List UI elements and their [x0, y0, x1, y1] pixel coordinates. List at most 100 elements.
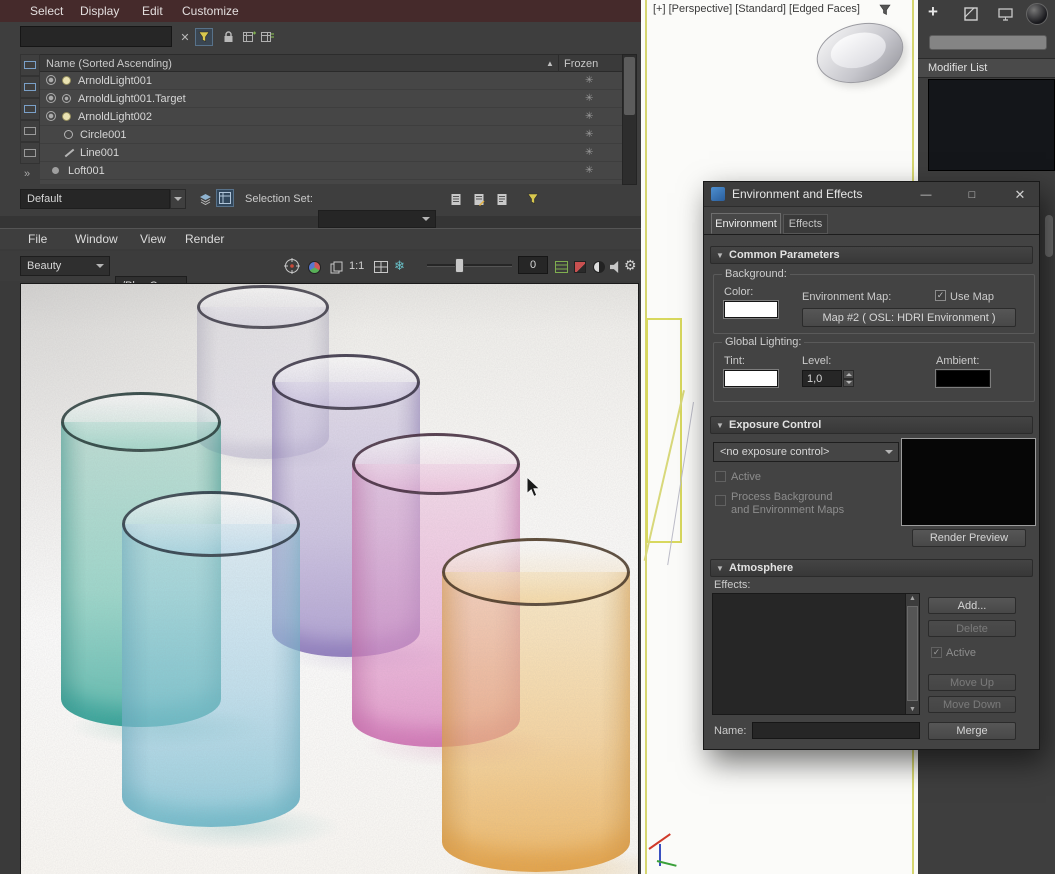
table-header[interactable]: Name (Sorted Ascending) ▲ Frozen	[40, 54, 637, 73]
add-column-icon[interactable]	[240, 28, 258, 46]
scene-explorer-mode-icon[interactable]	[216, 189, 234, 207]
filter-set-icon[interactable]	[524, 190, 542, 208]
exposure-active-checkbox[interactable]	[715, 471, 726, 482]
level-spinner[interactable]	[843, 370, 854, 387]
modifier-stack[interactable]	[928, 79, 1055, 171]
spinner-down[interactable]	[843, 378, 854, 387]
table-row[interactable]: Line001 ✳	[40, 144, 622, 162]
level-field[interactable]: 1,0	[802, 370, 842, 387]
frozen-icon[interactable]: ✳	[585, 165, 593, 176]
environment-map-button[interactable]: Map #2 ( OSL: HDRI Environment )	[802, 308, 1016, 327]
table-row[interactable]: ArnoldLight001.Target ✳	[40, 90, 622, 108]
frozen-icon[interactable]: ✳	[585, 93, 593, 104]
menu-edit[interactable]: Edit	[142, 4, 163, 18]
move-down-button[interactable]: Move Down	[928, 696, 1016, 713]
frozen-icon[interactable]: ✳	[585, 75, 593, 86]
eye-icon[interactable]	[46, 75, 56, 85]
display-tab-icon[interactable]	[996, 5, 1014, 23]
scroll-down-icon[interactable]: ▼	[909, 706, 916, 713]
channel-table-icon[interactable]	[552, 258, 570, 276]
minimize-button[interactable]: —	[912, 185, 940, 204]
strip-overflow-button[interactable]: »	[24, 168, 30, 180]
merge-button[interactable]: Merge	[928, 722, 1016, 740]
object-name-field[interactable]	[929, 35, 1047, 50]
display-cameras-toggle-icon[interactable]	[20, 142, 40, 164]
menu-display[interactable]: Display	[80, 4, 119, 18]
maximize-button[interactable]: □	[958, 185, 986, 204]
effects-listbox[interactable]: ▲ ▼	[712, 593, 920, 715]
spinner-up[interactable]	[843, 370, 854, 379]
column-name[interactable]: Name (Sorted Ascending)	[46, 58, 172, 70]
sound-icon[interactable]	[607, 258, 625, 276]
panel-scrollbar-thumb[interactable]	[1045, 215, 1053, 257]
light-dome-gizmo[interactable]	[810, 14, 910, 92]
filter-icon[interactable]	[879, 4, 891, 19]
viewport-label[interactable]: [+] [Perspective] [Standard] [Edged Face…	[653, 3, 860, 15]
red-channel-icon[interactable]	[571, 258, 589, 276]
gamma-value-field[interactable]: 0	[518, 256, 548, 274]
eye-icon[interactable]	[46, 93, 56, 103]
create-tab-icon[interactable]: +	[928, 2, 938, 22]
view-layer-dropdown[interactable]: Beauty	[20, 256, 110, 276]
display-shapes-toggle-icon[interactable]	[20, 98, 40, 120]
scroll-up-icon[interactable]: ▲	[909, 595, 916, 602]
dialog-titlebar[interactable]: Environment and Effects — □ ✕	[704, 182, 1039, 207]
menu-view[interactable]: View	[140, 232, 166, 246]
menu-customize[interactable]: Customize	[182, 4, 239, 18]
use-map-checkbox[interactable]: ✓	[935, 290, 946, 301]
clone-buffer-icon[interactable]	[327, 258, 345, 276]
named-set-icon[interactable]	[447, 190, 465, 208]
lock-icon[interactable]	[219, 28, 237, 46]
selection-set-dropdown[interactable]	[318, 210, 436, 228]
edit-set-icon[interactable]	[470, 190, 488, 208]
table-row-clipped[interactable]	[40, 180, 622, 185]
layers-icon[interactable]	[196, 190, 214, 208]
table-row[interactable]: ArnoldLight001 ✳	[40, 72, 622, 90]
alpha-channel-icon[interactable]	[590, 258, 608, 276]
menu-render[interactable]: Render	[185, 232, 224, 246]
table-scrollbar[interactable]	[622, 54, 637, 185]
effect-name-input[interactable]	[752, 722, 920, 739]
table-row[interactable]: Circle001 ✳	[40, 126, 622, 144]
filter-icon[interactable]	[195, 28, 213, 46]
close-button[interactable]: ✕	[1006, 185, 1034, 204]
background-color-swatch[interactable]	[724, 301, 778, 318]
rollout-atmosphere[interactable]: ▼ Atmosphere	[710, 559, 1033, 577]
move-up-button[interactable]: Move Up	[928, 674, 1016, 691]
rollout-exposure-control[interactable]: ▼ Exposure Control	[710, 416, 1033, 434]
display-all-toggle-icon[interactable]	[20, 54, 40, 76]
listbox-scrollbar[interactable]: ▲ ▼	[905, 594, 919, 714]
frozen-icon[interactable]: ✳	[585, 129, 593, 140]
render-region-icon[interactable]	[283, 257, 301, 275]
zoom-ratio-label[interactable]: 1:1	[349, 260, 364, 272]
gamma-slider-thumb[interactable]	[455, 258, 464, 273]
table-row[interactable]: ArnoldLight002 ✳	[40, 108, 622, 126]
edit-columns-icon[interactable]	[258, 28, 276, 46]
column-frozen[interactable]: Frozen	[564, 58, 598, 70]
frozen-icon[interactable]: ✳	[585, 111, 593, 122]
display-lights-toggle-icon[interactable]	[20, 120, 40, 142]
tab-environment[interactable]: Environment	[711, 213, 781, 234]
rgb-channels-icon[interactable]	[305, 258, 323, 276]
delete-effect-button[interactable]: Delete	[928, 620, 1016, 637]
atmosphere-active-checkbox[interactable]: ✓	[931, 647, 942, 658]
eye-icon[interactable]	[46, 111, 56, 121]
modifier-list-dropdown[interactable]: Modifier List	[918, 58, 1055, 78]
scrollbar-thumb[interactable]	[907, 606, 918, 701]
gamma-slider-track[interactable]	[427, 264, 512, 267]
scrollbar-thumb[interactable]	[624, 57, 635, 115]
menu-window[interactable]: Window	[75, 232, 118, 246]
select-set-icon[interactable]	[493, 190, 511, 208]
preset-dropdown[interactable]: Default	[20, 189, 170, 209]
gear-icon[interactable]: ⚙	[624, 257, 637, 274]
layout-tab-icon[interactable]	[962, 5, 980, 23]
snowflake-icon[interactable]: ❄	[394, 258, 405, 274]
frozen-icon[interactable]: ✳	[585, 147, 593, 158]
clear-search-button[interactable]: ✕	[176, 28, 194, 46]
add-effect-button[interactable]: Add...	[928, 597, 1016, 614]
search-input[interactable]	[20, 26, 172, 47]
layout-grid-icon[interactable]	[372, 258, 390, 276]
ambient-swatch[interactable]	[936, 370, 990, 387]
exposure-control-dropdown[interactable]: <no exposure control>	[713, 442, 899, 462]
tint-swatch[interactable]	[724, 370, 778, 387]
